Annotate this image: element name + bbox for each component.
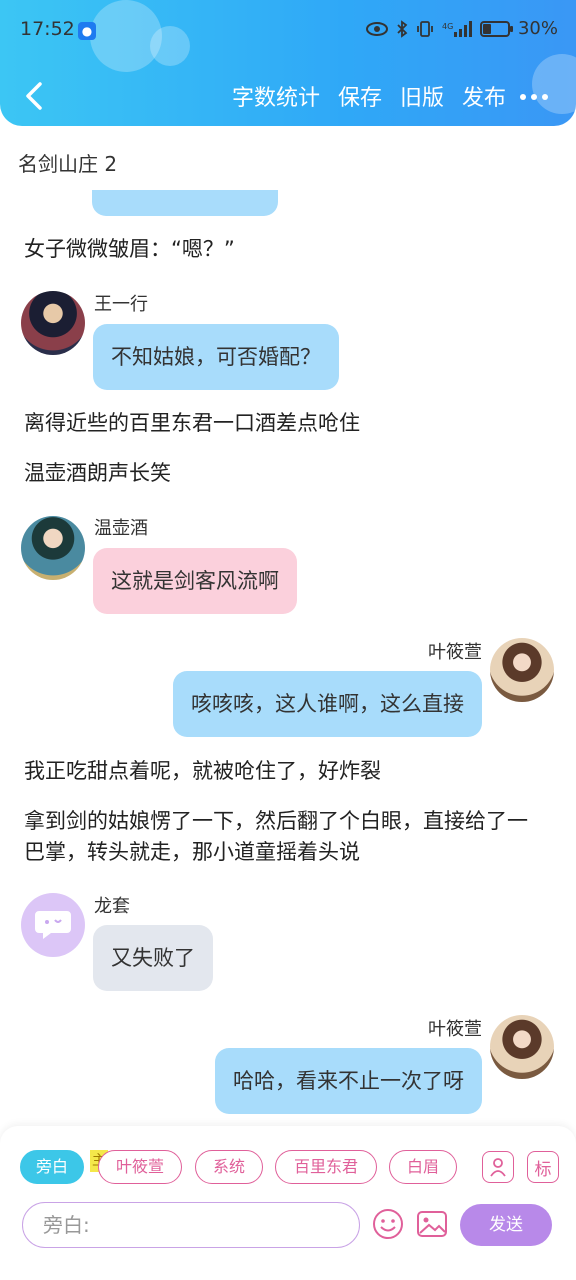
vibrate-icon (417, 20, 433, 37)
svg-text:4G: 4G (442, 22, 453, 31)
message-bubble[interactable]: 这就是剑客风流啊 (93, 548, 297, 614)
message-bubble-partial[interactable] (92, 190, 278, 216)
bluetooth-icon (397, 19, 408, 38)
narration-line[interactable]: 离得近些的百里东君一口酒差点呛住 (24, 408, 544, 439)
narration-line[interactable]: 我正吃甜点着呢，就被呛住了，好炸裂 (24, 756, 544, 787)
image-button[interactable] (414, 1206, 450, 1242)
eye-icon (365, 21, 388, 36)
signal-icon: 4G (442, 20, 472, 37)
battery-icon (479, 20, 513, 37)
message-bubble[interactable]: 不知姑娘，可否婚配？ (93, 324, 339, 390)
toolbar-actions: 字数统计 保存 旧版 发布 (232, 80, 506, 112)
role-selector: 旁白 主 叶筱萱 系统 百里东君 白眉 标 (0, 1150, 576, 1190)
message-bubble[interactable]: 哈哈，看来不止一次了呀 (215, 1048, 482, 1114)
battery-level (482, 23, 491, 34)
emoji-button[interactable] (370, 1206, 406, 1242)
role-chip[interactable]: 白眉 (389, 1150, 457, 1184)
status-icons: 4G 30% (365, 18, 558, 39)
app-header: 17:52 ● 4G 30% 字数统计 保存 旧版 发布 (0, 0, 576, 126)
chat-bubble-icon (35, 911, 71, 939)
word-count-button[interactable]: 字数统计 (232, 80, 320, 112)
role-chip[interactable]: 叶筱萱 (98, 1150, 182, 1184)
narration-line[interactable]: 拿到剑的姑娘愣了一下，然后翻了个白眼，直接给了一巴掌，转头就走，那小道童摇着头说 (24, 806, 544, 868)
notification-app-icon: ● (78, 22, 96, 40)
chevron-left-icon (26, 82, 42, 110)
avatar[interactable] (21, 516, 85, 580)
speaker-name: 龙套 (94, 896, 130, 917)
message-bubble[interactable]: 又失败了 (93, 925, 213, 991)
back-button[interactable] (14, 76, 54, 116)
speaker-name: 叶筱萱 (428, 1019, 482, 1040)
old-version-button[interactable]: 旧版 (400, 80, 444, 112)
avatar[interactable] (21, 291, 85, 355)
speaker-name: 温壶酒 (94, 518, 148, 539)
role-chip[interactable]: 百里东君 (275, 1150, 377, 1184)
avatar[interactable] (490, 1015, 554, 1079)
message-input[interactable]: 旁白: (22, 1202, 360, 1248)
publish-button[interactable]: 发布 (462, 80, 506, 112)
toolbar: 字数统计 保存 旧版 发布 (0, 70, 576, 122)
speaker-name: 叶筱萱 (428, 642, 482, 663)
chat-area[interactable]: 女子微微皱眉：“嗯？” 王一行 不知姑娘，可否婚配？ 离得近些的百里东君一口酒差… (0, 190, 576, 1120)
message-bubble[interactable]: 咳咳咳，这人谁啊，这么直接 (173, 671, 482, 737)
send-button[interactable]: 发送 (460, 1204, 552, 1246)
role-chip[interactable]: 系统 (195, 1150, 263, 1184)
chapter-title: 名剑山庄 2 (18, 152, 118, 176)
avatar[interactable] (21, 893, 85, 957)
narration-line[interactable]: 女子微微皱眉：“嗯？” (24, 234, 544, 265)
avatar[interactable] (490, 638, 554, 702)
tag-icon[interactable]: 标 (527, 1151, 559, 1183)
more-button[interactable] (514, 82, 554, 112)
status-time: 17:52 (20, 18, 75, 40)
composer-panel: 旁白 主 叶筱萱 系统 百里东君 白眉 标 旁白: 发送 (0, 1126, 576, 1280)
image-icon (417, 1211, 447, 1237)
narration-line[interactable]: 温壶酒朗声长笑 (24, 458, 544, 489)
save-button[interactable]: 保存 (338, 80, 382, 112)
battery-percent: 30% (517, 18, 558, 39)
add-role-icon[interactable] (482, 1151, 514, 1183)
role-chip-narrator[interactable]: 旁白 (20, 1150, 84, 1184)
smile-icon (373, 1209, 403, 1239)
speaker-name: 王一行 (94, 294, 148, 315)
status-bar: 17:52 ● 4G 30% (0, 14, 576, 48)
